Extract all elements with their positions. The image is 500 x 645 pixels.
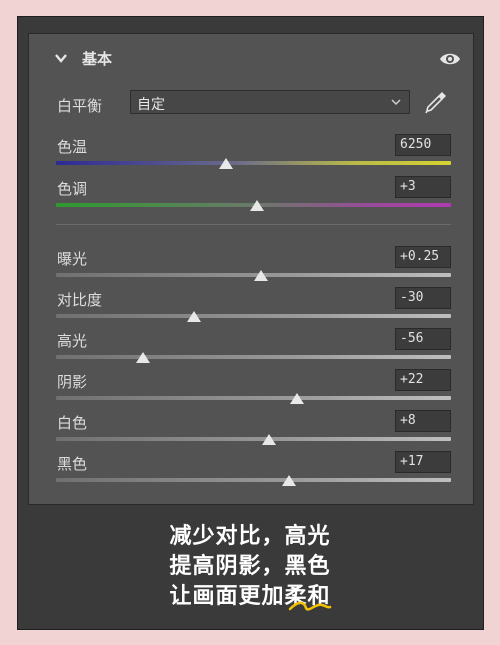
slider-label: 曝光 xyxy=(57,250,88,268)
slider-track[interactable] xyxy=(56,314,451,318)
slider-label: 色调 xyxy=(57,180,88,198)
slider-value-input[interactable]: +0.25 xyxy=(395,246,451,268)
slider-thumb[interactable] xyxy=(289,393,304,404)
panel-header[interactable]: 基本 xyxy=(29,44,473,74)
caption-line-3: 让画面更加柔和 xyxy=(169,584,331,609)
slider-value-input[interactable]: -56 xyxy=(395,328,451,350)
slider-value-input[interactable]: +17 xyxy=(395,451,451,473)
slider-label: 高光 xyxy=(57,332,88,350)
slider-value-input[interactable]: +3 xyxy=(395,176,451,198)
white-balance-select[interactable]: 自定 xyxy=(130,90,410,114)
white-balance-value: 自定 xyxy=(137,97,165,113)
slider-thumb[interactable] xyxy=(187,311,202,322)
slider-value-input[interactable]: +8 xyxy=(395,410,451,432)
white-balance-label: 白平衡 xyxy=(57,97,103,115)
section-divider xyxy=(56,224,451,225)
slider-thumb[interactable] xyxy=(282,475,297,486)
slider-label: 白色 xyxy=(57,414,88,432)
slider-label: 对比度 xyxy=(57,291,103,309)
basic-panel: 基本 白平衡 自定 色温 6250 色调 +3 曝光 +0.25 对比度 -30 高光 -56 阴影… xyxy=(28,33,474,505)
chevron-down-icon[interactable] xyxy=(53,50,69,66)
slider-value-input[interactable]: -30 xyxy=(395,287,451,309)
slider-track[interactable] xyxy=(56,355,451,359)
slider-label: 黑色 xyxy=(57,455,88,473)
slider-thumb[interactable] xyxy=(218,158,233,169)
slider-thumb[interactable] xyxy=(250,200,265,211)
slider-value-input[interactable]: 6250 xyxy=(395,134,451,156)
eyedropper-icon[interactable] xyxy=(423,89,449,115)
panel-title: 基本 xyxy=(82,50,113,68)
slider-label: 色温 xyxy=(57,138,88,156)
slider-track[interactable] xyxy=(56,396,451,400)
slider-track[interactable] xyxy=(56,478,451,482)
slider-thumb[interactable] xyxy=(254,270,269,281)
chevron-down-icon xyxy=(391,99,401,106)
slider-thumb[interactable] xyxy=(135,352,150,363)
slider-thumb[interactable] xyxy=(262,434,277,445)
caption-line-1: 减少对比，高光 xyxy=(169,524,331,549)
slider-track[interactable] xyxy=(56,161,451,165)
squiggle-underline xyxy=(288,601,332,611)
slider-value-input[interactable]: +22 xyxy=(395,369,451,391)
slider-label: 阴影 xyxy=(57,373,88,391)
caption-line-2: 提高阴影，黑色 xyxy=(169,554,331,579)
eye-icon[interactable] xyxy=(439,50,461,68)
slider-track[interactable] xyxy=(56,437,451,441)
